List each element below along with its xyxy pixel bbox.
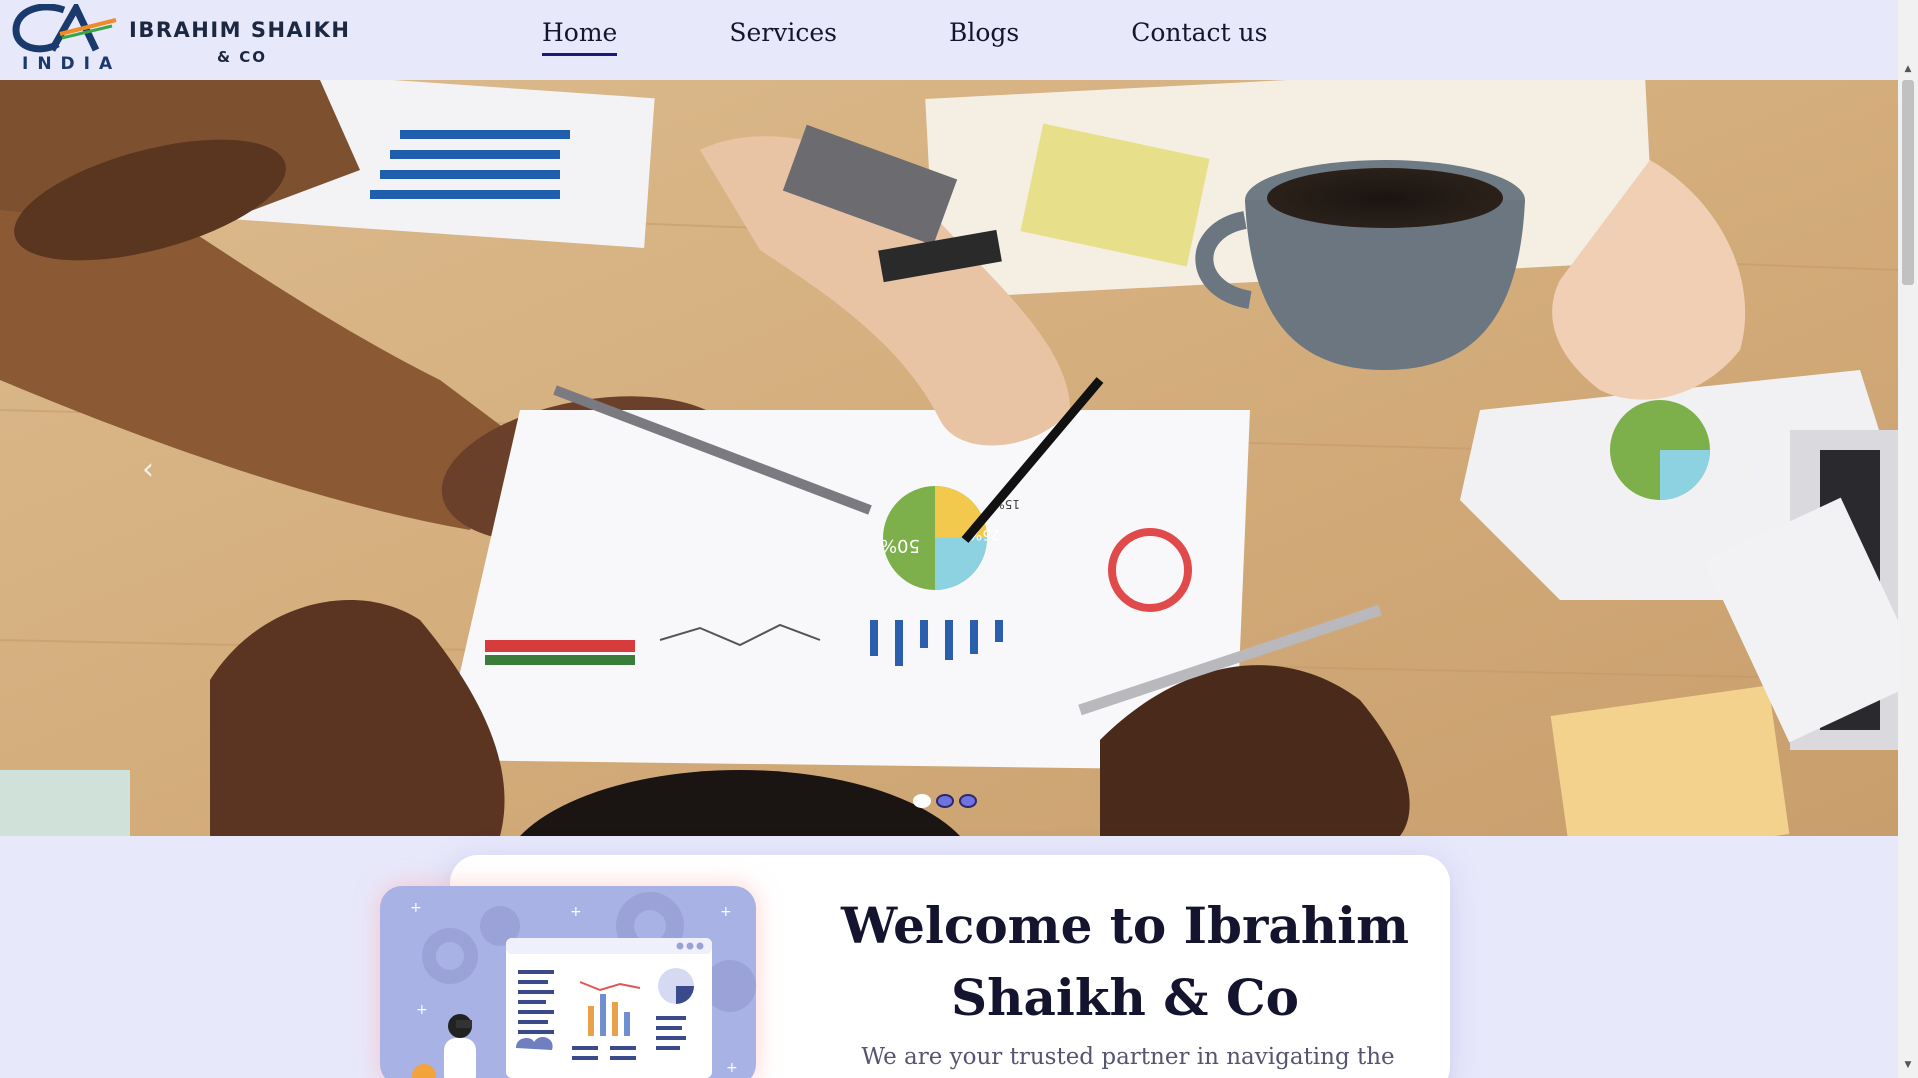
carousel-dot-3[interactable] (959, 794, 977, 808)
main-nav: Home Services Blogs Contact us (542, 18, 1379, 56)
nav-blogs-link[interactable]: Blogs (949, 18, 1019, 56)
carousel-dot-2[interactable] (936, 794, 954, 808)
nav-home-link[interactable]: Home (542, 18, 618, 56)
carousel-dot-1[interactable] (913, 794, 931, 808)
analytics-illustration-image: + + + + + (410, 892, 756, 1078)
page-scrollbar[interactable]: ▲ ▼ (1898, 0, 1918, 1078)
scroll-thumb[interactable] (1902, 80, 1914, 285)
logo-country-text: INDIA (22, 54, 122, 74)
hero-carousel: 50% 25% 15% ‹ › (0, 80, 1898, 836)
carousel-prev-arrow-icon[interactable]: ‹ (142, 452, 154, 487)
svg-text:+: + (410, 900, 422, 916)
welcome-title-line2: Shaikh & Co (951, 968, 1299, 1027)
scroll-down-arrow-icon[interactable]: ▼ (1898, 1060, 1918, 1074)
welcome-title: Welcome to Ibrahim Shaikh & Co (840, 890, 1410, 1034)
nav-contact-link[interactable]: Contact us (1131, 18, 1267, 56)
nav-services-link[interactable]: Services (729, 18, 837, 56)
svg-text:+: + (720, 904, 732, 920)
hero-slide-image: 50% 25% 15% (0, 80, 1898, 836)
ca-logo-mark-icon (12, 4, 117, 53)
analytics-illustration: + + + + + (380, 886, 756, 1078)
logo-company-name: IBRAHIM SHAIKH (129, 18, 351, 42)
svg-text:+: + (416, 1002, 428, 1018)
carousel-next-arrow-icon[interactable]: › (1740, 452, 1752, 487)
welcome-title-line1: Welcome to Ibrahim (841, 896, 1409, 955)
logo-company-suffix: & CO (217, 48, 268, 66)
svg-text:+: + (726, 1060, 738, 1076)
scroll-up-arrow-icon[interactable]: ▲ (1898, 64, 1918, 78)
site-header: INDIA IBRAHIM SHAIKH & CO Home Services … (0, 0, 1898, 80)
svg-text:+: + (570, 904, 582, 920)
company-logo[interactable]: INDIA IBRAHIM SHAIKH & CO (12, 4, 352, 74)
carousel-indicators (913, 794, 982, 808)
welcome-intro-text: We are your trusted partner in navigatin… (861, 1044, 1395, 1070)
pie-label-50: 50% (880, 535, 920, 556)
